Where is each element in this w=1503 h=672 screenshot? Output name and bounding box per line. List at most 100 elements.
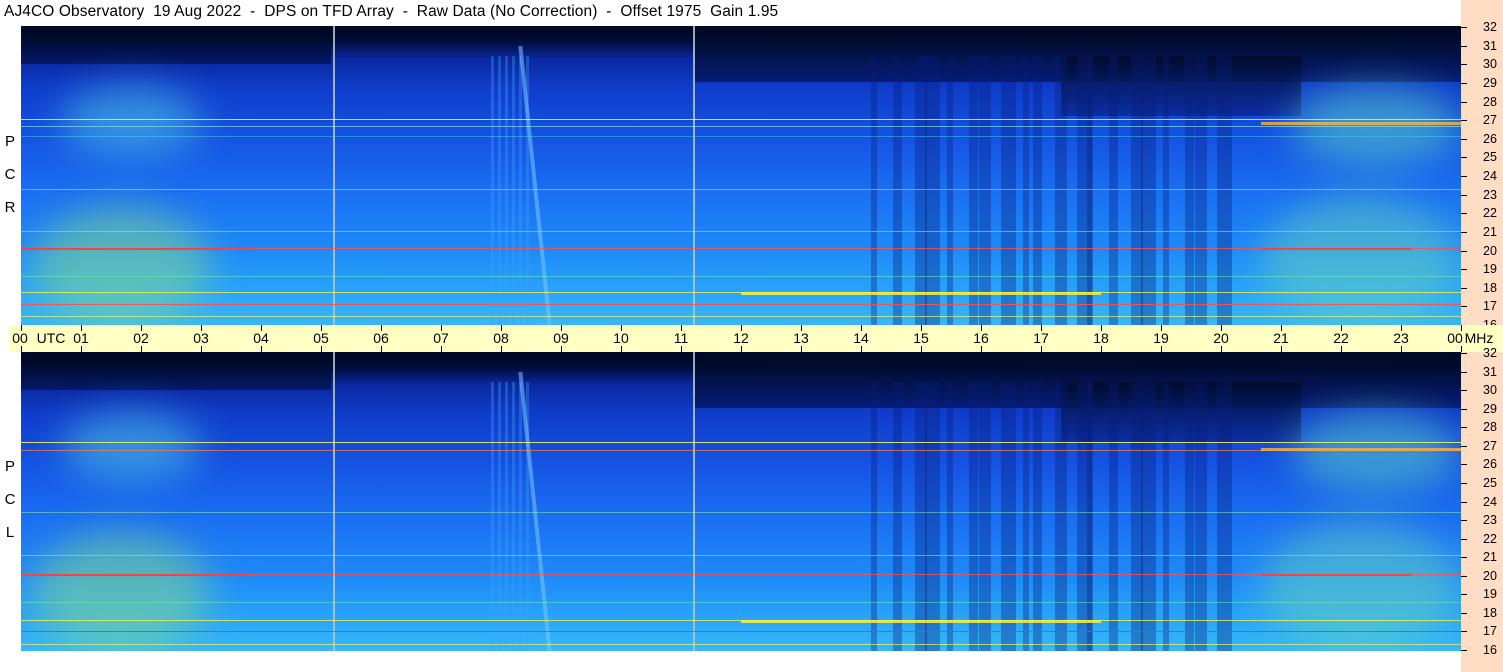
dark-stripe <box>1087 56 1093 325</box>
rfi-line <box>21 442 1461 443</box>
time-gap-line <box>693 26 695 325</box>
freq-tick <box>1461 464 1467 466</box>
rfi-line <box>21 450 1461 451</box>
lcp-letter-p: P <box>4 458 15 475</box>
freq-tick <box>1461 631 1467 633</box>
time-label: 00 <box>12 330 28 346</box>
freq-tick <box>1461 538 1467 540</box>
bright-blob <box>31 532 211 651</box>
rfi-line <box>21 276 1461 277</box>
burst-line <box>512 382 515 651</box>
freq-label: 32 <box>1483 346 1497 360</box>
freq-label: 22 <box>1483 531 1497 546</box>
dark-stripe <box>1185 382 1194 651</box>
freq-tick <box>1461 27 1467 28</box>
lcp-label: P C L <box>0 450 20 549</box>
dark-stripe <box>1087 382 1093 651</box>
rfi-line <box>21 231 1461 232</box>
freq-tick <box>1461 520 1467 522</box>
rfi-line <box>21 136 1461 137</box>
freq-label: 20 <box>1483 568 1497 583</box>
freq-tick <box>1461 213 1467 215</box>
time-tick <box>441 325 442 331</box>
freq-label: 30 <box>1483 57 1497 72</box>
time-tick <box>1161 325 1162 331</box>
freq-label: 16 <box>1483 643 1497 657</box>
dark-stripe <box>871 56 877 325</box>
rcp-letter-c: C <box>4 166 16 183</box>
rfi-streak <box>21 248 251 250</box>
freq-label: 21 <box>1483 550 1497 565</box>
burst-line <box>505 56 508 325</box>
freq-tick <box>1461 45 1467 47</box>
freq-tick <box>1461 120 1467 122</box>
rfi-line <box>21 512 1461 513</box>
time-label: 18 <box>1093 330 1109 346</box>
dark-band <box>1061 382 1301 442</box>
freq-tick <box>1461 101 1467 103</box>
time-label: 22 <box>1333 330 1349 346</box>
freq-tick <box>1461 269 1467 271</box>
dark-stripe <box>925 56 940 325</box>
dark-stripe <box>1033 56 1042 325</box>
freq-tick <box>1461 408 1467 410</box>
lcp-frequency-axis: 32 31 30 29 28 27 26 25 24 23 22 21 20 19 18 17 16 <box>1461 346 1503 672</box>
time-label: 07 <box>433 330 449 346</box>
freq-tick <box>1461 594 1467 596</box>
freq-tick <box>1461 482 1467 484</box>
dark-stripe <box>893 382 902 651</box>
time-label: 16 <box>973 330 989 346</box>
time-label: 21 <box>1273 330 1289 346</box>
burst-line <box>512 56 515 325</box>
time-label: 23 <box>1393 330 1409 346</box>
burst-line <box>491 382 494 651</box>
rfi-line <box>21 602 1461 603</box>
dark-band <box>21 352 1461 362</box>
time-tick <box>381 325 382 331</box>
time-label: 10 <box>613 330 629 346</box>
dark-stripe <box>947 56 953 325</box>
freq-label: 31 <box>1483 38 1497 53</box>
freq-label: 20 <box>1483 243 1497 258</box>
time-tick <box>1101 325 1102 331</box>
time-tick <box>21 325 22 331</box>
burst-line <box>491 56 494 325</box>
dark-band <box>21 362 331 390</box>
freq-label: 25 <box>1483 150 1497 165</box>
dark-stripe <box>1109 382 1118 651</box>
time-gap-line <box>333 352 335 651</box>
bright-blob <box>31 206 211 325</box>
burst-line <box>519 56 522 325</box>
burst-line <box>505 382 508 651</box>
freq-label: 24 <box>1483 494 1497 509</box>
time-tick <box>261 325 262 331</box>
freq-label: 26 <box>1483 457 1497 472</box>
freq-tick <box>1461 371 1467 373</box>
freq-tick <box>1461 353 1467 354</box>
time-label: 09 <box>553 330 569 346</box>
time-tick <box>1041 325 1042 331</box>
dark-stripe <box>979 56 991 325</box>
time-label: 03 <box>193 330 209 346</box>
freq-tick <box>1461 390 1467 392</box>
freq-label: 19 <box>1483 262 1497 277</box>
freq-label: 23 <box>1483 513 1497 528</box>
dark-stripe <box>1217 56 1232 325</box>
freq-tick <box>1461 612 1467 614</box>
freq-tick <box>1461 427 1467 429</box>
freq-label: 29 <box>1483 75 1497 90</box>
dark-stripe <box>1195 56 1207 325</box>
dark-stripe <box>969 382 978 651</box>
rfi-streak <box>1261 574 1411 576</box>
dark-stripe <box>1109 56 1118 325</box>
freq-label: 24 <box>1483 169 1497 183</box>
time-tick <box>1401 325 1402 331</box>
rfi-streak <box>21 574 251 576</box>
rfi-line <box>21 119 1461 120</box>
page-title: AJ4CO Observatory 19 Aug 2022 - DPS on T… <box>4 3 779 20</box>
time-tick <box>201 325 202 331</box>
freq-label: 32 <box>1483 20 1497 34</box>
lcp-letter-l: L <box>5 524 15 541</box>
dark-stripe <box>925 382 940 651</box>
time-tick <box>321 325 322 331</box>
